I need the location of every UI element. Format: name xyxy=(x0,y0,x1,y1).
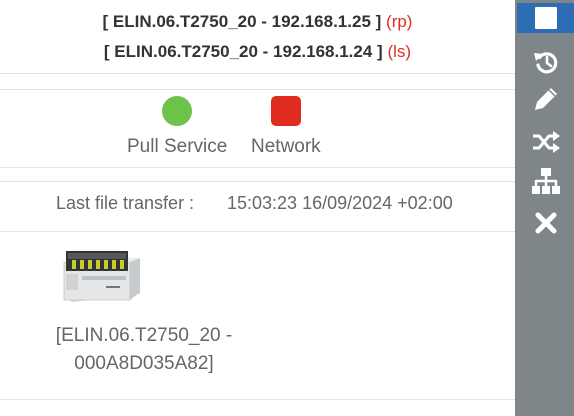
device-name-line2: 000A8D035A82] xyxy=(74,353,214,374)
action-toolbar xyxy=(515,0,574,416)
plc-device-image[interactable] xyxy=(60,248,144,306)
pull-service-indicator xyxy=(162,96,193,126)
divider xyxy=(0,181,515,182)
select-button[interactable] xyxy=(517,3,574,33)
close-icon xyxy=(535,212,556,234)
device-name[interactable]: [ELIN.06.T2750_20 - 000A8D035A82] xyxy=(14,322,274,378)
divider xyxy=(0,73,515,74)
pull-service-label: Pull Service xyxy=(127,136,228,157)
rp-role: (rp) xyxy=(386,12,413,31)
close-button[interactable] xyxy=(517,208,574,238)
header-rp-line: [ ELIN.06.T2750_20 - 192.168.1.25 ] (rp) xyxy=(0,12,515,32)
pull-service-status: Pull Service xyxy=(127,96,227,158)
divider xyxy=(0,231,515,232)
device-name-line1: [ELIN.06.T2750_20 - xyxy=(55,325,233,346)
history-icon xyxy=(533,52,557,74)
topology-button[interactable] xyxy=(517,166,574,196)
last-transfer-value: 15:03:23 16/09/2024 +02:00 xyxy=(227,193,453,213)
last-transfer-label: Last file transfer : xyxy=(56,193,195,213)
edit-button[interactable] xyxy=(517,84,574,114)
sitemap-icon xyxy=(531,168,560,194)
divider xyxy=(0,167,515,168)
square-icon xyxy=(534,7,557,29)
ls-role: (ls) xyxy=(387,42,412,61)
network-label: Network xyxy=(251,136,321,157)
pencil-icon xyxy=(534,88,557,110)
shuffle-button[interactable] xyxy=(517,127,574,157)
device-panel: [ ELIN.06.T2750_20 - 192.168.1.25 ] (rp)… xyxy=(0,0,515,416)
shuffle-icon xyxy=(532,131,560,153)
network-indicator xyxy=(270,96,301,126)
divider xyxy=(0,399,515,400)
network-status: Network xyxy=(251,96,321,158)
ls-device-name: [ ELIN.06.T2750_20 - 192.168.1.24 ] xyxy=(103,42,383,61)
history-button[interactable] xyxy=(517,47,574,77)
header-ls-line: [ ELIN.06.T2750_20 - 192.168.1.24 ] (ls) xyxy=(0,42,515,62)
rp-device-name: [ ELIN.06.T2750_20 - 192.168.1.25 ] xyxy=(102,12,382,31)
divider xyxy=(0,89,515,90)
